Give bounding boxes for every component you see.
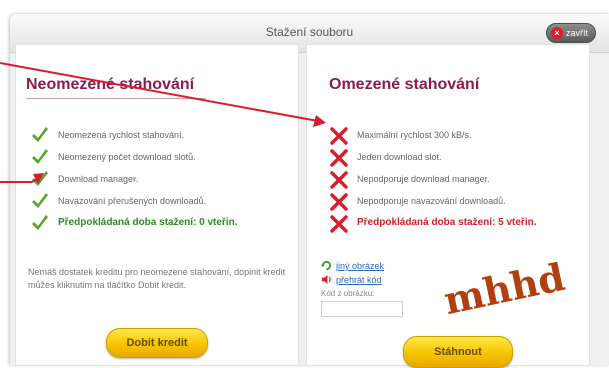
unlimited-download-panel: Neomezené stahování Neomezená rychlost s… xyxy=(15,44,299,366)
other-image-link[interactable]: jiný obrázek xyxy=(336,261,384,271)
check-icon xyxy=(32,171,48,186)
credit-note: Nemáš dostatek kreditu pro neomezené sta… xyxy=(28,267,286,290)
cross-icon xyxy=(330,171,348,189)
cross-icon xyxy=(330,149,348,167)
captcha-image-text: mhhd xyxy=(440,257,569,315)
estimated-time-text: Předpokládaná doba stažení: 0 vteřin. xyxy=(58,217,238,228)
limitation-item: Předpokládaná doba stažení: 5 vteřin. xyxy=(329,214,584,234)
check-icon xyxy=(32,215,48,230)
feature-text: Download manager. xyxy=(58,174,139,184)
feature-item: Předpokládaná doba stažení: 0 vteřin. xyxy=(30,214,290,234)
close-button-label: zavřít xyxy=(566,28,589,38)
limitation-text: Maximální rychlost 300 kB/s. xyxy=(357,130,472,140)
estimated-time-text: Předpokládaná doba stažení: 5 vteřin. xyxy=(357,217,537,228)
limitation-text: Nepodporuje navazování downloadů. xyxy=(357,196,506,206)
limitation-item: Nepodporuje download manager. xyxy=(329,170,584,190)
captcha-input-label: Kód z obrázku: xyxy=(321,289,375,298)
feature-item: Navazování přerušených downloadů. xyxy=(30,192,290,212)
top-up-credit-button[interactable]: Dobit kredit xyxy=(106,328,208,358)
feature-text: Neomezená rychlost stahování. xyxy=(58,130,185,140)
captcha-input[interactable] xyxy=(321,301,403,317)
cross-icon xyxy=(330,127,348,145)
download-button[interactable]: Stáhnout xyxy=(403,336,513,368)
feature-item: Neomezený počet download slotů. xyxy=(30,148,290,168)
speaker-icon[interactable] xyxy=(321,274,332,285)
check-icon xyxy=(32,193,48,208)
feature-text: Neomezený počet download slotů. xyxy=(58,152,196,162)
unlimited-download-title: Neomezené stahování xyxy=(26,76,195,93)
captcha-image: mhhd xyxy=(440,257,569,315)
limitation-text: Jeden download slot. xyxy=(357,152,442,162)
close-button[interactable]: × zavřít xyxy=(546,23,596,43)
feature-item: Neomezená rychlost stahování. xyxy=(30,126,290,146)
limited-download-panel: Omezené stahování Maximální rychlost 300… xyxy=(306,44,590,368)
dialog-title: Stažení souboru xyxy=(265,25,354,39)
close-icon: × xyxy=(551,27,563,39)
check-icon xyxy=(32,149,48,164)
limitation-text: Nepodporuje download manager. xyxy=(357,174,490,184)
cross-icon xyxy=(330,193,348,211)
limited-download-title: Omezené stahování xyxy=(329,76,480,93)
feature-text: Navazování přerušených downloadů. xyxy=(58,196,207,206)
refresh-icon[interactable] xyxy=(321,260,332,271)
limitation-item: Maximální rychlost 300 kB/s. xyxy=(329,126,584,146)
title-underline xyxy=(26,98,206,99)
cross-icon xyxy=(330,215,348,233)
limitation-item: Nepodporuje navazování downloadů. xyxy=(329,192,584,212)
play-code-link[interactable]: přehrát kód xyxy=(336,275,382,285)
limitation-item: Jeden download slot. xyxy=(329,148,584,168)
check-icon xyxy=(32,127,48,142)
feature-item: Download manager. xyxy=(30,170,290,190)
